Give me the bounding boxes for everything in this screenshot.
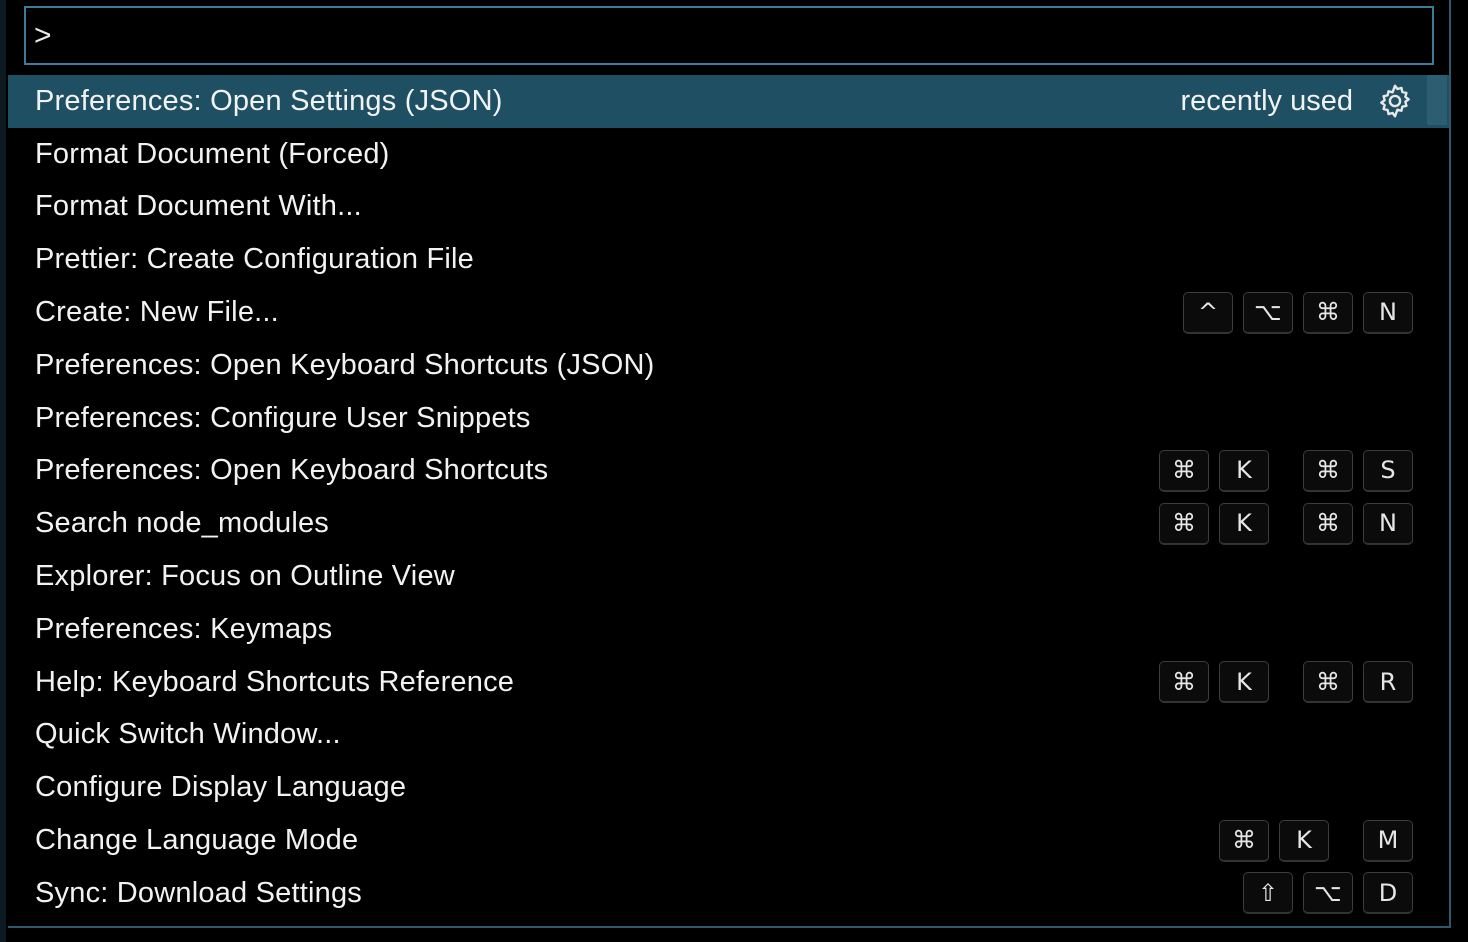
command-label: Configure Display Language	[35, 771, 407, 804]
keybinding-key: K	[1279, 819, 1329, 862]
command-item[interactable]: Prettier: Create Configuration File	[8, 233, 1449, 286]
command-meta: recently used	[1181, 75, 1414, 128]
recently-used-label: recently used	[1180, 84, 1354, 117]
command-label: Sync: Download Settings	[35, 876, 362, 909]
keybinding-key: K	[1219, 449, 1269, 492]
command-item[interactable]: Preferences: Open Keyboard Shortcuts (JS…	[8, 339, 1449, 392]
keybinding-key: N	[1363, 291, 1413, 334]
keybinding-key: K	[1219, 661, 1269, 704]
keybinding-key: ⌘	[1303, 291, 1353, 334]
command-label: Help: Keyboard Shortcuts Reference	[35, 665, 515, 698]
command-label: Preferences: Open Settings (JSON)	[35, 84, 503, 117]
scrollbar-thumb[interactable]	[1427, 75, 1447, 125]
command-label: Preferences: Open Keyboard Shortcuts (JS…	[35, 348, 655, 381]
command-label: Preferences: Keymaps	[35, 612, 333, 645]
command-label: Format Document (Forced)	[35, 137, 390, 170]
keybinding-key: ⇧	[1243, 872, 1293, 915]
keybinding-key: R	[1363, 661, 1413, 704]
command-item[interactable]: Create: New File... ^ ⌥ ⌘ N	[8, 286, 1449, 339]
command-meta: ⌘ K ⌘ N	[1159, 497, 1413, 550]
command-item[interactable]: Explorer: Focus on Outline View	[8, 550, 1449, 603]
command-meta: ⇧ ⌥ D	[1243, 867, 1413, 920]
keybinding-key: ⌥	[1303, 872, 1353, 915]
editor-edge	[0, 0, 6, 942]
command-label: Create: New File...	[35, 296, 279, 329]
command-label: Preferences: Configure User Snippets	[35, 401, 531, 434]
command-list: Preferences: Open Settings (JSON) recentl…	[8, 75, 1449, 920]
keybinding-key: ⌘	[1219, 819, 1269, 862]
command-item[interactable]: Format Document (Forced)	[8, 128, 1449, 181]
keybinding-key: N	[1363, 502, 1413, 545]
keybinding-key: ⌘	[1303, 449, 1353, 492]
keybinding-key: ^	[1183, 291, 1233, 334]
command-item[interactable]: Search node_modules ⌘ K ⌘ N	[8, 497, 1449, 550]
command-item[interactable]: Preferences: Open Settings (JSON) recentl…	[8, 75, 1449, 128]
command-meta: ⌘ K ⌘ R	[1159, 656, 1413, 709]
command-item[interactable]: Preferences: Keymaps	[8, 603, 1449, 656]
command-input-box[interactable]	[24, 6, 1434, 65]
command-item[interactable]: Configure Display Language	[8, 761, 1449, 814]
command-label: Format Document With...	[35, 190, 362, 223]
command-item[interactable]: Change Language Mode ⌘ K M	[8, 814, 1449, 867]
keybinding-key: ⌘	[1159, 661, 1209, 704]
keybinding-key: ⌘	[1159, 502, 1209, 545]
keybinding-key: D	[1363, 872, 1413, 915]
keybinding-key: K	[1219, 502, 1269, 545]
command-item[interactable]: Format Document With...	[8, 181, 1449, 234]
command-item[interactable]: Preferences: Configure User Snippets	[8, 392, 1449, 445]
command-meta: ⌘ K M	[1219, 814, 1413, 867]
keybinding-key: ⌘	[1159, 449, 1209, 492]
command-item[interactable]: Quick Switch Window...	[8, 709, 1449, 762]
command-label: Change Language Mode	[35, 824, 359, 857]
keybinding-key: S	[1363, 449, 1413, 492]
command-meta: ⌘ K ⌘ S	[1159, 445, 1413, 498]
command-label: Preferences: Open Keyboard Shortcuts	[35, 454, 549, 487]
command-label: Quick Switch Window...	[35, 718, 341, 751]
command-item[interactable]: Preferences: Open Keyboard Shortcuts ⌘ K ⌘ S	[8, 445, 1449, 498]
command-input[interactable]	[34, 8, 1414, 63]
command-label: Explorer: Focus on Outline View	[35, 560, 455, 593]
keybinding-key: M	[1363, 819, 1413, 862]
command-item[interactable]: Sync: Download Settings ⇧ ⌥ D	[8, 867, 1449, 920]
command-palette: Preferences: Open Settings (JSON) recentl…	[8, 0, 1451, 928]
command-item[interactable]: Help: Keyboard Shortcuts Reference ⌘ K ⌘ R	[8, 656, 1449, 709]
keybinding-key: ⌥	[1243, 291, 1293, 334]
keybinding-key: ⌘	[1303, 661, 1353, 704]
command-label: Search node_modules	[35, 507, 329, 540]
command-meta: ^ ⌥ ⌘ N	[1183, 286, 1413, 339]
command-label: Prettier: Create Configuration File	[35, 243, 474, 276]
gear-icon[interactable]	[1377, 83, 1413, 119]
keybinding-key: ⌘	[1303, 502, 1353, 545]
